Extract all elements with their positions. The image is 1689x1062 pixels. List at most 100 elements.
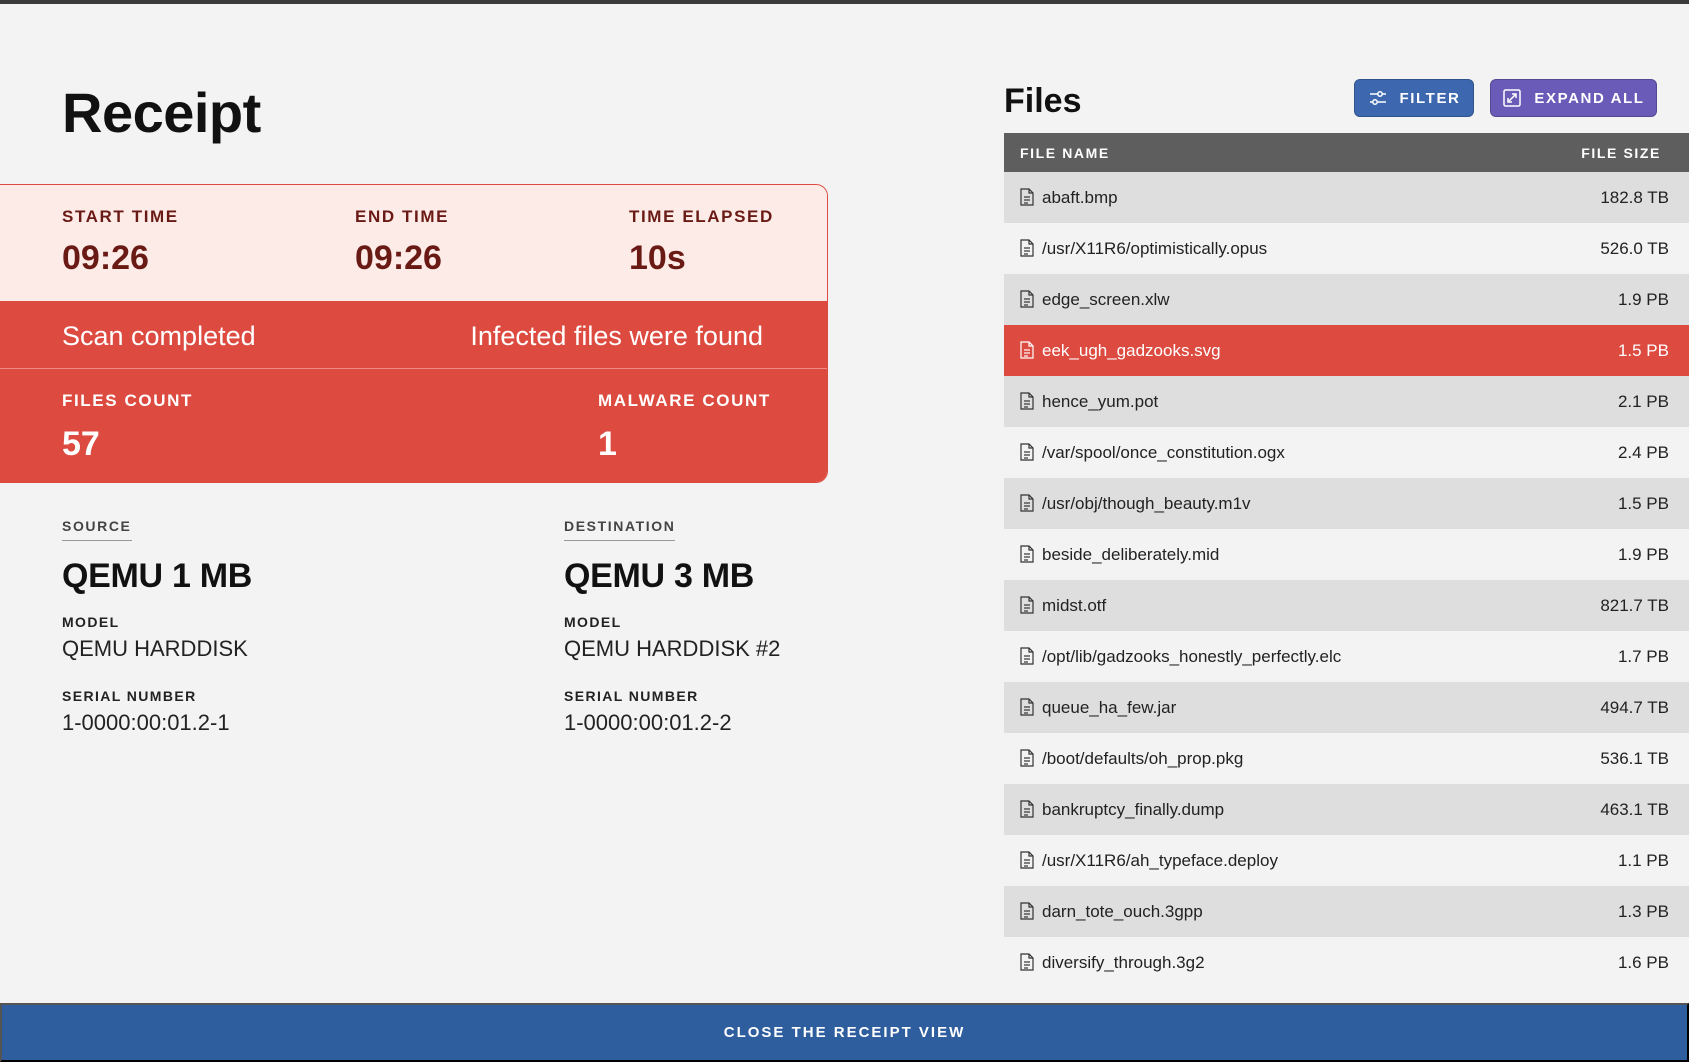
close-receipt-button[interactable]: CLOSE THE RECEIPT VIEW <box>0 1003 1689 1062</box>
file-text-icon <box>1020 647 1034 665</box>
destination-heading: DESTINATION <box>564 518 676 541</box>
files-table-body: abaft.bmp 182.8 TB/usr/X11R6/optimistical… <box>1004 172 1689 988</box>
malware-count: MALWARE COUNT 1 <box>598 391 771 464</box>
file-text-icon <box>1020 800 1034 818</box>
start-time-value: 09:26 <box>62 239 149 277</box>
file-size: 2.1 PB <box>1617 391 1669 411</box>
table-row[interactable]: abaft.bmp 182.8 TB <box>1004 172 1689 223</box>
filter-label: FILTER <box>1399 89 1461 107</box>
file-size: 1.9 PB <box>1617 289 1669 309</box>
file-name: hence_yum.pot <box>1042 391 1159 411</box>
table-row[interactable]: diversify_through.3g2 1.6 PB <box>1004 937 1689 988</box>
expand-icon <box>1503 89 1522 107</box>
file-name: /opt/lib/gadzooks_honestly_perfectly.elc <box>1042 646 1342 666</box>
file-size: 1.7 PB <box>1617 646 1669 666</box>
file-text-icon <box>1020 545 1034 563</box>
scan-summary-card: START TIME 09:26 END TIME 09:26 TIME ELA… <box>0 184 828 483</box>
start-time: START TIME 09:26 <box>62 207 179 278</box>
table-row[interactable]: hence_yum.pot 2.1 PB <box>1004 376 1689 427</box>
time-elapsed-value: 10s <box>629 239 686 277</box>
table-row-infected[interactable]: eek_ugh_gadzooks.svg 1.5 PB <box>1004 325 1689 376</box>
filter-button[interactable]: FILTER <box>1354 79 1474 117</box>
table-row[interactable]: /opt/lib/gadzooks_honestly_perfectly.elc… <box>1004 631 1689 682</box>
end-time-label: END TIME <box>355 207 450 226</box>
expand-all-label: EXPAND ALL <box>1534 89 1645 107</box>
file-name: eek_ugh_gadzooks.svg <box>1042 340 1221 360</box>
scan-result: Infected files were found <box>470 321 763 351</box>
table-row[interactable]: darn_tote_ouch.3gpp 1.3 PB <box>1004 886 1689 937</box>
source-model: QEMU HARDDISK <box>62 636 248 661</box>
file-size: 1.3 PB <box>1617 901 1669 921</box>
source-model-label: MODEL <box>62 614 120 630</box>
files-table-header: FILE NAME FILE SIZE <box>1004 133 1689 172</box>
file-text-icon <box>1020 698 1034 716</box>
table-row[interactable]: /usr/obj/though_beauty.m1v 1.5 PB <box>1004 478 1689 529</box>
source-heading: SOURCE <box>62 518 132 541</box>
files-count-label: FILES COUNT <box>62 391 193 410</box>
file-name: beside_deliberately.mid <box>1042 544 1220 564</box>
file-size: 1.6 PB <box>1617 952 1669 972</box>
file-name: /usr/X11R6/ah_typeface.deploy <box>1042 850 1278 870</box>
file-size: 1.1 PB <box>1617 850 1669 870</box>
table-row[interactable]: /var/spool/once_constitution.ogx 2.4 PB <box>1004 427 1689 478</box>
top-border <box>0 0 1689 4</box>
file-name: /var/spool/once_constitution.ogx <box>1042 442 1285 462</box>
scan-counts: FILES COUNT 57 MALWARE COUNT 1 <box>0 369 827 482</box>
file-text-icon <box>1020 749 1034 767</box>
time-elapsed-label: TIME ELAPSED <box>629 207 774 226</box>
destination-name: QEMU 3 MB <box>564 557 754 595</box>
file-text-icon <box>1020 239 1034 257</box>
file-size: 2.4 PB <box>1617 442 1669 462</box>
destination-model: QEMU HARDDISK #2 <box>564 636 781 661</box>
source-serial-label: SERIAL NUMBER <box>62 688 197 704</box>
files-table[interactable]: FILE NAME FILE SIZE abaft.bmp 182.8 TB/us… <box>1004 133 1689 1003</box>
file-name: darn_tote_ouch.3gpp <box>1042 901 1203 921</box>
table-row[interactable]: queue_ha_few.jar 494.7 TB <box>1004 682 1689 733</box>
destination-model-label: MODEL <box>564 614 622 630</box>
table-row[interactable]: edge_screen.xlw 1.9 PB <box>1004 274 1689 325</box>
malware-count-label: MALWARE COUNT <box>598 391 771 410</box>
destination-serial-label: SERIAL NUMBER <box>564 688 699 704</box>
table-row[interactable]: midst.otf 821.7 TB <box>1004 580 1689 631</box>
file-name: abaft.bmp <box>1042 187 1118 207</box>
file-text-icon <box>1020 494 1034 512</box>
file-size: 463.1 TB <box>1600 799 1669 819</box>
file-text-icon <box>1020 341 1034 359</box>
file-size: 1.5 PB <box>1617 493 1669 513</box>
table-row[interactable]: bankruptcy_finally.dump 463.1 TB <box>1004 784 1689 835</box>
file-name: queue_ha_few.jar <box>1042 697 1177 717</box>
file-name: /usr/obj/though_beauty.m1v <box>1042 493 1251 513</box>
file-size: 494.7 TB <box>1600 697 1669 717</box>
scan-times: START TIME 09:26 END TIME 09:26 TIME ELA… <box>0 185 827 301</box>
files-count-value: 57 <box>62 425 100 463</box>
file-name: midst.otf <box>1042 595 1107 615</box>
table-row[interactable]: /boot/defaults/oh_prop.pkg 536.1 TB <box>1004 733 1689 784</box>
table-row[interactable]: beside_deliberately.mid 1.9 PB <box>1004 529 1689 580</box>
end-time: END TIME 09:26 <box>355 207 449 278</box>
page-title: Receipt <box>62 81 261 144</box>
column-file-name[interactable]: FILE NAME <box>1020 145 1110 161</box>
file-name: bankruptcy_finally.dump <box>1042 799 1225 819</box>
file-text-icon <box>1020 902 1034 920</box>
destination-disk: DESTINATION QEMU 3 MB MODEL QEMU HARDDIS… <box>564 518 780 736</box>
sliders-icon <box>1369 91 1386 105</box>
file-size: 536.1 TB <box>1600 748 1669 768</box>
file-name: /usr/X11R6/optimistically.opus <box>1042 238 1268 258</box>
file-text-icon <box>1020 392 1034 410</box>
file-text-icon <box>1020 290 1034 308</box>
file-name: edge_screen.xlw <box>1042 289 1170 309</box>
source-serial: 1-0000:00:01.2-1 <box>62 710 230 735</box>
files-count: FILES COUNT 57 <box>62 391 193 464</box>
source-name: QEMU 1 MB <box>62 557 252 595</box>
file-size: 182.8 TB <box>1600 187 1669 207</box>
file-text-icon <box>1020 953 1034 971</box>
malware-count-value: 1 <box>598 425 617 463</box>
expand-all-button[interactable]: EXPAND ALL <box>1490 79 1657 117</box>
file-text-icon <box>1020 188 1034 206</box>
table-row[interactable]: /usr/X11R6/optimistically.opus 526.0 TB <box>1004 223 1689 274</box>
table-row[interactable]: /usr/X11R6/ah_typeface.deploy 1.1 PB <box>1004 835 1689 886</box>
file-name: /boot/defaults/oh_prop.pkg <box>1042 748 1244 768</box>
file-text-icon <box>1020 443 1034 461</box>
end-time-value: 09:26 <box>355 239 442 277</box>
column-file-size[interactable]: FILE SIZE <box>1581 145 1661 161</box>
